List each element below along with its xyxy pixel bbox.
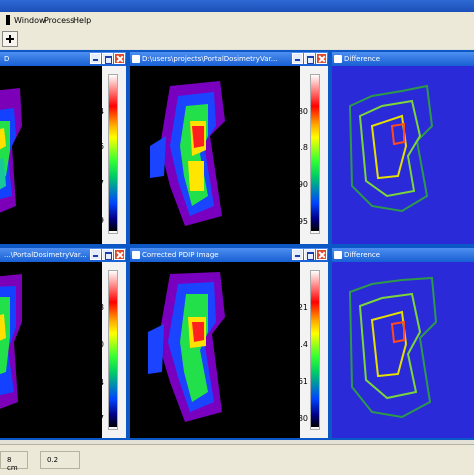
menu-bar: Window Process Help xyxy=(0,12,474,30)
colorbar-tick: 0.09 xyxy=(86,216,104,225)
status-cell-left: 8 cm xyxy=(0,451,28,472)
difference-image[interactable] xyxy=(332,66,474,244)
colorbar-tick: 10.67 xyxy=(81,414,104,423)
close-icon[interactable] xyxy=(316,53,327,64)
colorbar xyxy=(311,75,319,231)
window-title-bar[interactable]: Corrected PDIP Image xyxy=(130,248,328,262)
maximize-icon[interactable] xyxy=(102,53,113,64)
window-title-bar[interactable]: Difference xyxy=(332,248,474,262)
colorbar xyxy=(109,271,117,427)
dose-image[interactable] xyxy=(130,262,300,438)
minimize-icon[interactable] xyxy=(292,249,303,260)
colorbar-tick: 29.4 xyxy=(290,340,308,349)
menu-item-process[interactable]: Process xyxy=(44,16,74,25)
close-icon[interactable] xyxy=(316,249,327,260)
window-title-bar[interactable]: D:\users\projects\PortalDosimetryVar... xyxy=(130,52,328,66)
colorbar-tick: 9.95 xyxy=(290,217,308,226)
colorbar-tick: 39.80 xyxy=(285,107,308,116)
window-icon xyxy=(334,251,342,259)
window-title-bar[interactable]: D xyxy=(0,52,126,66)
image-window-2[interactable]: D:\users\projects\PortalDosimetryVar... … xyxy=(128,50,330,246)
status-bar: 8 cm 0.2 xyxy=(0,444,474,475)
colorbar-tick: 21.34 xyxy=(81,378,104,387)
colorbar-tick: 19.61 xyxy=(285,377,308,386)
colorbar-tick: 0.17 xyxy=(86,179,104,188)
minimize-icon[interactable] xyxy=(90,249,101,260)
minimize-icon[interactable] xyxy=(90,53,101,64)
window-title-bar[interactable]: Difference xyxy=(332,52,474,66)
maximize-icon[interactable] xyxy=(304,249,315,260)
corrected-pdip-window[interactable]: Corrected PDIP Image 39.21 29.4 19.61 9.… xyxy=(128,246,330,440)
dose-image[interactable] xyxy=(130,66,300,244)
window-icon xyxy=(132,55,140,63)
colorbar xyxy=(109,75,117,231)
minimize-icon[interactable] xyxy=(292,53,303,64)
menu-item-window[interactable]: Window xyxy=(14,16,46,25)
difference-map-graphic xyxy=(332,262,474,438)
window-title: ...\PortalDosimetryVar... xyxy=(4,251,87,259)
colorbar-tick: 9.80 xyxy=(290,414,308,423)
window-title: Difference xyxy=(344,55,381,63)
difference-image[interactable] xyxy=(332,262,474,438)
window-title: Corrected PDIP Image xyxy=(142,251,219,259)
dose-map-graphic xyxy=(130,262,300,438)
window-icon xyxy=(132,251,140,259)
window-title: Difference xyxy=(344,251,381,259)
close-icon[interactable] xyxy=(114,249,125,260)
menu-item-help[interactable]: Help xyxy=(73,16,91,25)
colorbar-tick: 29.8 xyxy=(290,143,308,152)
status-cell-middle: 0.2 xyxy=(40,451,80,469)
close-icon[interactable] xyxy=(114,53,125,64)
window-icon xyxy=(334,55,342,63)
toolbar xyxy=(0,29,474,50)
colorbar-tick: 0.26 xyxy=(86,142,104,151)
colorbar xyxy=(311,271,319,427)
image-window-4[interactable]: ...\PortalDosimetryVar... 42.68 32.0 21.… xyxy=(0,246,128,440)
add-icon[interactable] xyxy=(2,31,18,47)
colorbar-tick: 42.68 xyxy=(81,303,104,312)
image-window-1[interactable]: D 0.34 0.26 0.17 0.09 xyxy=(0,50,128,246)
colorbar-tick: 32.0 xyxy=(86,340,104,349)
window-title: D:\users\projects\PortalDosimetryVar... xyxy=(142,55,278,63)
app-titlebar xyxy=(0,0,474,12)
maximize-icon[interactable] xyxy=(102,249,113,260)
window-title: D xyxy=(4,55,10,63)
difference-map-graphic xyxy=(332,66,474,244)
colorbar-tick: 39.21 xyxy=(285,303,308,312)
maximize-icon[interactable] xyxy=(304,53,315,64)
menu-item-partial[interactable] xyxy=(6,15,10,25)
colorbar-tick: 0.34 xyxy=(86,107,104,116)
window-title-bar[interactable]: ...\PortalDosimetryVar... xyxy=(0,248,126,262)
colorbar-tick: 19.90 xyxy=(285,180,308,189)
difference-window-2[interactable]: Difference xyxy=(330,246,474,440)
difference-window-1[interactable]: Difference xyxy=(330,50,474,246)
dose-map-graphic xyxy=(130,66,300,244)
